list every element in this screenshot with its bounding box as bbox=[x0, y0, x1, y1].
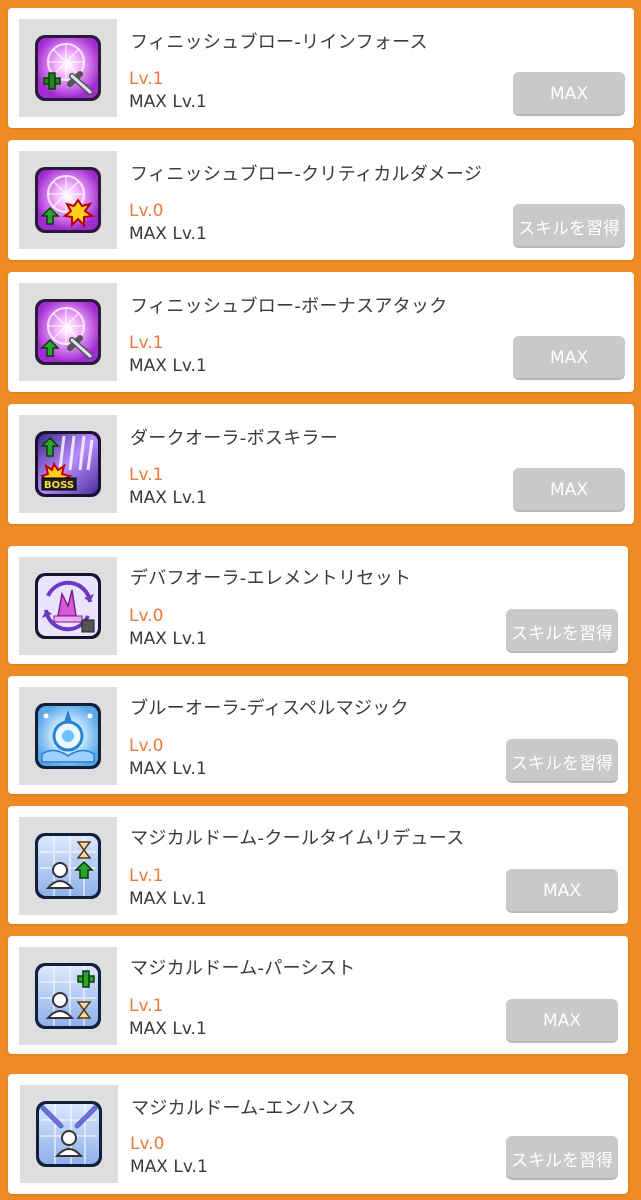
skill-icon-frame bbox=[19, 947, 117, 1045]
skill-max-level: MAX Lv.1 bbox=[129, 488, 207, 508]
skill-title: ブルーオーラ-ディスペルマジック bbox=[130, 698, 409, 719]
skill-icon-frame bbox=[19, 817, 117, 915]
skill-icon-frame bbox=[19, 19, 117, 117]
max-button[interactable]: MAX bbox=[506, 869, 618, 913]
skill-card: マジカルドーム-パーシスト Lv.1 MAX Lv.1 MAX bbox=[8, 936, 628, 1054]
max-button[interactable]: MAX bbox=[513, 468, 625, 512]
skill-current-level: Lv.1 bbox=[129, 465, 164, 485]
skill-max-level: MAX Lv.1 bbox=[129, 889, 207, 909]
skill-icon-frame bbox=[19, 283, 117, 381]
learn-skill-button[interactable]: スキルを習得 bbox=[506, 1136, 618, 1180]
skill-current-level: Lv.1 bbox=[129, 866, 164, 886]
max-button[interactable]: MAX bbox=[506, 999, 618, 1043]
skill-current-level: Lv.0 bbox=[129, 606, 164, 626]
skill-card: デバフオーラ-エレメントリセット Lv.0 MAX Lv.1 スキルを習得 bbox=[8, 546, 628, 664]
skill-card: BOSS ダークオーラ-ボスキラー Lv.1 MAX Lv.1 MAX bbox=[8, 404, 634, 524]
svg-text:BOSS: BOSS bbox=[44, 480, 74, 491]
skill-title: フィニッシュブロー-クリティカルダメージ bbox=[130, 164, 483, 185]
max-button[interactable]: MAX bbox=[513, 336, 625, 380]
skill-title: マジカルドーム-エンハンス bbox=[131, 1098, 357, 1119]
dark-aura-boss-killer-icon: BOSS bbox=[35, 431, 101, 497]
skill-current-level: Lv.1 bbox=[129, 333, 164, 353]
skill-max-level: MAX Lv.1 bbox=[129, 92, 207, 112]
finish-blow-reinforce-icon bbox=[35, 35, 101, 101]
skill-card: マジカルドーム-エンハンス Lv.0 MAX Lv.1 スキルを習得 bbox=[8, 1074, 628, 1194]
finish-blow-critical-damage-icon bbox=[35, 167, 101, 233]
skill-title: フィニッシュブロー-リインフォース bbox=[130, 32, 428, 53]
skill-current-level: Lv.0 bbox=[129, 201, 164, 221]
skill-icon-frame bbox=[19, 151, 117, 249]
skill-max-level: MAX Lv.1 bbox=[129, 1019, 207, 1039]
magical-dome-enhance-icon bbox=[36, 1101, 102, 1167]
skill-title: フィニッシュブロー-ボーナスアタック bbox=[130, 296, 448, 317]
skill-current-level: Lv.0 bbox=[129, 736, 164, 756]
blue-aura-dispel-magic-icon bbox=[35, 703, 101, 769]
skill-icon-frame bbox=[19, 557, 117, 655]
magical-dome-persist-icon bbox=[35, 963, 101, 1029]
skill-icon-frame: BOSS bbox=[19, 415, 117, 513]
skill-current-level: Lv.1 bbox=[129, 996, 164, 1016]
skill-max-level: MAX Lv.1 bbox=[129, 759, 207, 779]
skill-max-level: MAX Lv.1 bbox=[129, 224, 207, 244]
magical-dome-cooltime-reduce-icon bbox=[35, 833, 101, 899]
skill-card: ブルーオーラ-ディスペルマジック Lv.0 MAX Lv.1 スキルを習得 bbox=[8, 676, 628, 794]
skill-title: デバフオーラ-エレメントリセット bbox=[130, 568, 412, 589]
skill-title: マジカルドーム-パーシスト bbox=[130, 958, 356, 979]
learn-skill-button[interactable]: スキルを習得 bbox=[513, 204, 625, 248]
skill-current-level: Lv.1 bbox=[129, 69, 164, 89]
finish-blow-bonus-attack-icon bbox=[35, 299, 101, 365]
skill-card: フィニッシュブロー-クリティカルダメージ Lv.0 MAX Lv.1 スキルを習… bbox=[8, 140, 634, 260]
skill-card: マジカルドーム-クールタイムリデュース Lv.1 MAX Lv.1 MAX bbox=[8, 806, 628, 924]
skill-icon-frame bbox=[20, 1085, 118, 1183]
skill-max-level: MAX Lv.1 bbox=[129, 356, 207, 376]
learn-skill-button[interactable]: スキルを習得 bbox=[506, 609, 618, 653]
skill-current-level: Lv.0 bbox=[130, 1134, 165, 1154]
max-button[interactable]: MAX bbox=[513, 72, 625, 116]
skill-card: フィニッシュブロー-ボーナスアタック Lv.1 MAX Lv.1 MAX bbox=[8, 272, 634, 392]
learn-skill-button[interactable]: スキルを習得 bbox=[506, 739, 618, 783]
skill-title: マジカルドーム-クールタイムリデュース bbox=[130, 828, 465, 849]
skill-title: ダークオーラ-ボスキラー bbox=[130, 428, 339, 449]
skill-card: フィニッシュブロー-リインフォース Lv.1 MAX Lv.1 MAX bbox=[8, 8, 634, 128]
skill-max-level: MAX Lv.1 bbox=[129, 629, 207, 649]
skill-max-level: MAX Lv.1 bbox=[130, 1157, 208, 1177]
skill-icon-frame bbox=[19, 687, 117, 785]
debuff-aura-element-reset-icon bbox=[35, 573, 101, 639]
